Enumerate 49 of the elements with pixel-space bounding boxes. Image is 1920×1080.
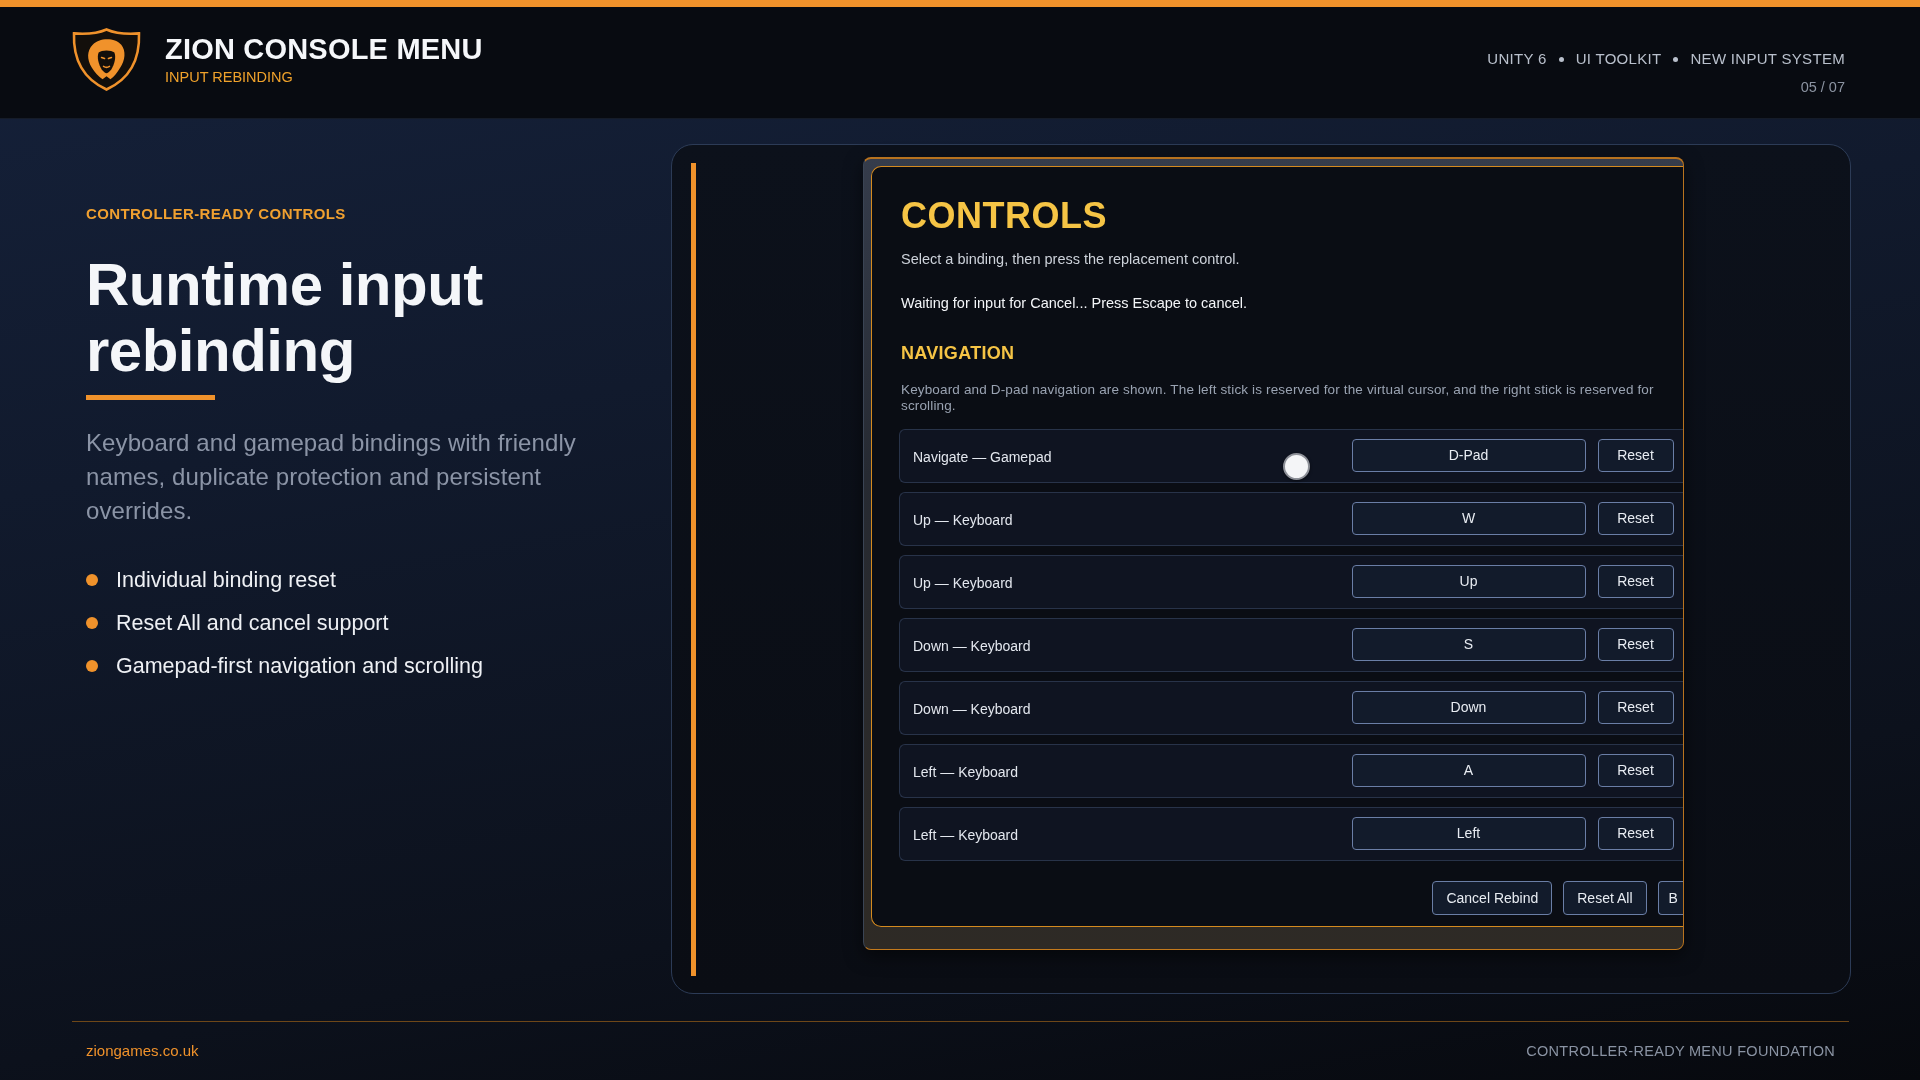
- action-label: Left — Keyboard: [913, 826, 1019, 844]
- section-title: NAVIGATION: [901, 342, 1015, 364]
- status-message: Waiting for input for Cancel... Press Escape to cancel.: [901, 294, 1247, 312]
- action-label: Down — Keyboard: [913, 637, 1031, 655]
- reset-button[interactable]: Reset: [1597, 501, 1674, 535]
- separator-dot-icon: [1558, 56, 1564, 62]
- page-counter: 05 / 07: [1800, 78, 1845, 96]
- action-button[interactable]: Cancel Rebind: [1432, 881, 1553, 915]
- reset-button[interactable]: Reset: [1597, 690, 1674, 724]
- action-label: Navigate — Gamepad: [913, 448, 1052, 466]
- reset-button[interactable]: Reset: [1597, 564, 1674, 598]
- feature-item: Reset All and cancel support: [116, 610, 389, 637]
- bullet-dot-icon: [86, 574, 98, 586]
- binding-button[interactable]: Left: [1351, 816, 1586, 850]
- eyebrow-label: CONTROLLER-READY CONTROLS: [86, 205, 346, 223]
- reset-button[interactable]: Reset: [1597, 816, 1674, 850]
- binding-button[interactable]: S: [1351, 627, 1586, 661]
- action-button[interactable]: Reset All: [1563, 881, 1647, 915]
- footer-caption: CONTROLLER-READY MENU FOUNDATION: [1526, 1042, 1835, 1060]
- reset-button[interactable]: Reset: [1597, 627, 1674, 661]
- feature-item: Gamepad-first navigation and scrolling: [116, 653, 483, 680]
- feature-item: Individual binding reset: [116, 567, 336, 594]
- section-description: Keyboard and D-pad navigation are shown. The left stick is reserved for the virtual cursor, and the right stick is reserved for scrolling.: [901, 382, 1655, 414]
- binding-button[interactable]: D-Pad: [1351, 438, 1586, 472]
- separator-dot-icon: [1673, 56, 1679, 62]
- instruction-text: Select a binding, then press the replacement control.: [901, 250, 1240, 268]
- tech-tag: UI TOOLKIT: [1575, 50, 1662, 68]
- binding-button[interactable]: Up: [1351, 564, 1586, 598]
- bullet-dot-icon: [86, 660, 98, 672]
- tech-tag: UNITY 6: [1487, 50, 1547, 68]
- bullet-dot-icon: [86, 617, 98, 629]
- binding-button[interactable]: W: [1351, 501, 1586, 535]
- action-label: Left — Keyboard: [913, 763, 1019, 781]
- tech-tag: NEW INPUT SYSTEM: [1690, 50, 1845, 68]
- shield-logo: [71, 27, 142, 92]
- hero-heading: Runtime input rebinding: [86, 252, 484, 384]
- reset-button[interactable]: Reset: [1597, 753, 1674, 787]
- action-label: Down — Keyboard: [913, 700, 1031, 718]
- action-label: Up — Keyboard: [913, 511, 1013, 529]
- site-link[interactable]: ziongames.co.uk: [86, 1042, 199, 1060]
- app-subtitle: INPUT REBINDING: [165, 68, 294, 86]
- action-label: Up — Keyboard: [913, 574, 1013, 592]
- app-title: ZION CONSOLE MENU: [165, 32, 483, 66]
- reset-button[interactable]: Reset: [1597, 438, 1674, 472]
- panel-title: CONTROLS: [901, 196, 1107, 236]
- binding-button[interactable]: A: [1351, 753, 1586, 787]
- binding-button[interactable]: Down: [1351, 690, 1586, 724]
- hero-description: Keyboard and gamepad bindings with friendly names, duplicate protection and persistent overrides.: [86, 428, 577, 526]
- action-button[interactable]: B: [1657, 881, 1683, 915]
